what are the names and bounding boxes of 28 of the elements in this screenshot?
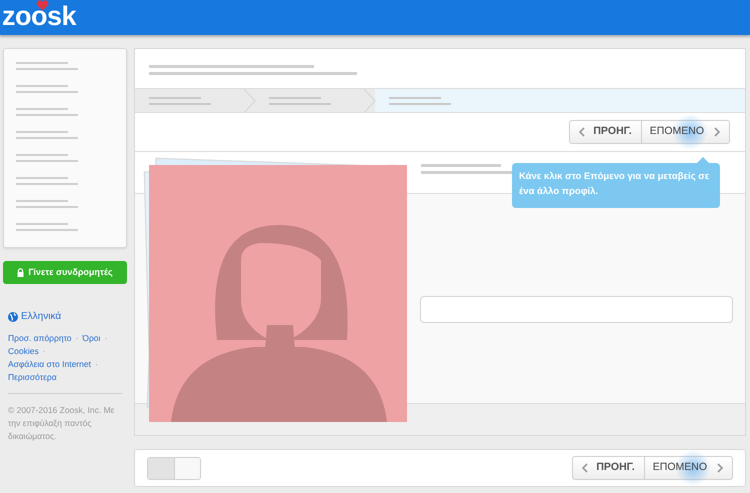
toggle-segment[interactable] [148,458,174,478]
chevron-right-icon [717,463,723,473]
separator-dot: · [42,345,47,358]
logo[interactable]: zoosk [2,0,76,30]
tooltip-pointer-icon [697,157,709,163]
chevron-left-icon [579,127,586,137]
tooltip: Κάνε κλικ στο Επόμενο για να μεταβείς σε ένα άλλο προφίλ. [512,157,720,208]
text-input[interactable] [420,296,733,323]
footer-link[interactable]: Όροι [82,332,100,345]
footer-link[interactable]: Cookies [8,345,39,358]
toggle-segment[interactable] [174,458,200,478]
chevron-left-icon [582,463,588,473]
previous-button[interactable]: ΠΡΟΗΓ. [572,456,645,480]
subscribe-button[interactable]: Γίνετε συνδρομητές [3,261,127,284]
chevron-right-icon [714,127,720,137]
next-button[interactable]: ΕΠΟΜΕΝΟ [642,120,730,144]
separator-dot: · [103,332,108,345]
previous-button[interactable]: ΠΡΟΗΓ. [569,120,642,144]
footer-link[interactable]: Περισσότερα [8,371,57,384]
lock-icon [17,268,24,277]
copyright-text: © 2007-2016 Zoosk, Inc. Με την επιφύλαξη παντός δικαιώματος. [7,404,116,443]
separator-dot: · [74,332,80,345]
footer-link[interactable]: Ασφάλεια στο Internet [8,358,91,371]
globe-icon [8,312,18,322]
separator-dot: · [94,358,99,371]
footer-link[interactable]: Προσ. απόρρητο [8,332,72,345]
next-button[interactable]: ΕΠΟΜΕΝΟ [644,456,733,480]
language-link[interactable]: Ελληνικά [21,309,62,324]
